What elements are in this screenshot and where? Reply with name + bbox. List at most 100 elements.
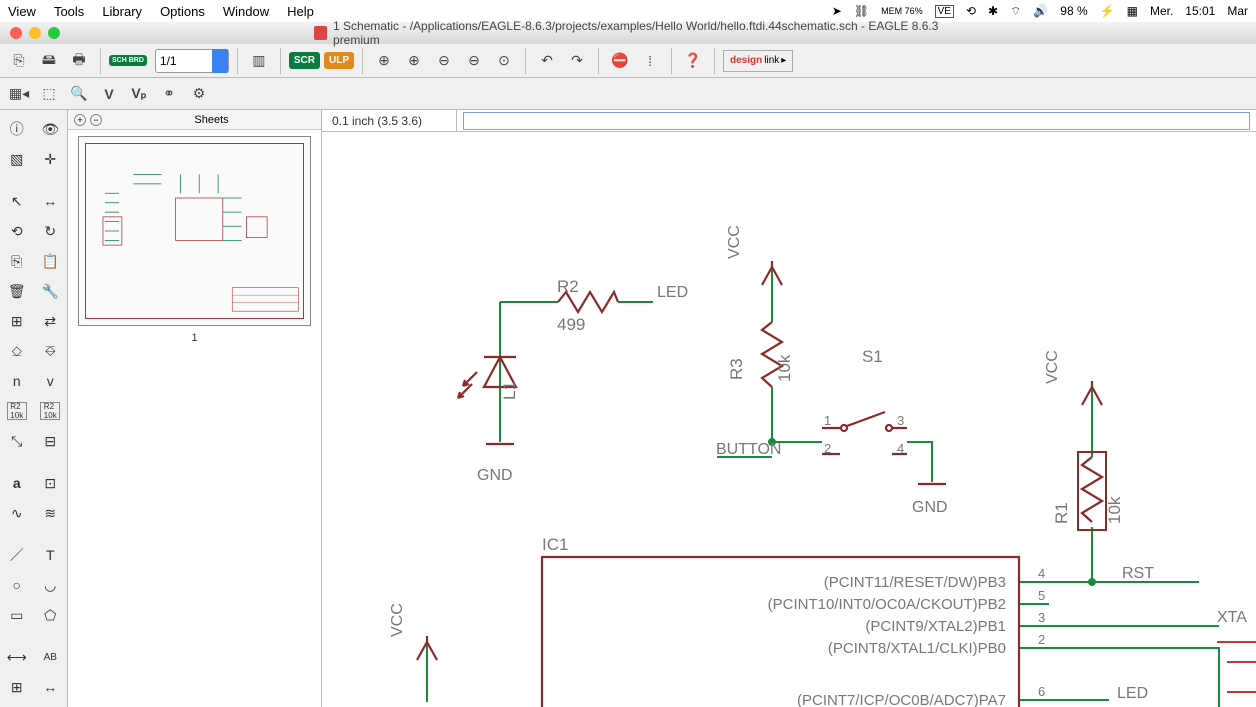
minimize-button[interactable] bbox=[29, 27, 41, 39]
r3-value: 10k bbox=[775, 354, 794, 382]
scr-button[interactable]: SCR bbox=[289, 52, 320, 69]
rect-tool[interactable]: ▭ bbox=[0, 600, 34, 630]
ic-pin3-num: 3 bbox=[1038, 610, 1045, 625]
go-button[interactable]: ⁞ bbox=[637, 48, 663, 74]
show-tool[interactable]: 👁 bbox=[34, 114, 68, 144]
zoom-window-button[interactable]: ⊙ bbox=[491, 48, 517, 74]
mirror-tool[interactable]: ⟲ bbox=[0, 216, 34, 246]
mark-tool[interactable]: ✛ bbox=[34, 144, 68, 174]
zoom-fit-button[interactable]: ⊕ bbox=[371, 48, 397, 74]
sheet-input[interactable] bbox=[156, 54, 212, 68]
info-tool[interactable]: ⓘ bbox=[0, 114, 34, 144]
bus-tool[interactable]: ∿ bbox=[0, 498, 34, 528]
window-titlebar: 1 Schematic - /Applications/EAGLE-8.6.3/… bbox=[0, 22, 1256, 44]
menu-help[interactable]: Help bbox=[287, 4, 314, 19]
menubar-icon[interactable]: ▦ bbox=[1127, 4, 1138, 18]
name-tool[interactable]: n bbox=[0, 366, 34, 396]
arc-tool[interactable]: ◡ bbox=[34, 570, 68, 600]
battery-text: 98 % bbox=[1060, 4, 1087, 18]
zoom-in-button[interactable]: ⊕ bbox=[401, 48, 427, 74]
copy-tool[interactable]: ⎘ bbox=[0, 246, 34, 276]
undo-button[interactable]: ↶ bbox=[534, 48, 560, 74]
history-icon[interactable]: ⟲ bbox=[966, 4, 976, 18]
poly-tool[interactable]: ⬠ bbox=[34, 600, 68, 630]
sheets-header: Sheets bbox=[102, 114, 321, 126]
value-tool[interactable]: v bbox=[34, 366, 68, 396]
link-button[interactable]: ⚭ bbox=[156, 81, 182, 107]
help-button[interactable]: ❓ bbox=[680, 48, 706, 74]
designlink-button[interactable]: designlink▸ bbox=[723, 50, 793, 72]
erc-tool[interactable]: a bbox=[0, 468, 34, 498]
schematic-canvas[interactable]: R2 499 LED L1 GND VCC R3 10k BUTTON S1 1… bbox=[322, 132, 1256, 707]
redo-button[interactable]: ↷ bbox=[564, 48, 590, 74]
save-button[interactable]: 🖴 bbox=[36, 48, 62, 74]
ulp-button[interactable]: ULP bbox=[324, 52, 354, 69]
main-toolbar: ⎘ 🖴 🖶 SCH BRD ▥ SCR ULP ⊕ ⊕ ⊖ ⊖ ⊙ ↶ ↷ ⛔ … bbox=[0, 44, 1256, 78]
bluetooth-icon[interactable]: ✱ bbox=[988, 4, 998, 18]
xta-net: XTA bbox=[1217, 609, 1247, 626]
ic-pin-pb2: (PCINT10/INT0/OC0A/CKOUT)PB2 bbox=[768, 596, 1006, 613]
invoke-tool[interactable]: ⊟ bbox=[34, 426, 68, 456]
paste-tool[interactable]: 📋 bbox=[34, 246, 68, 276]
wrench-tool[interactable]: 🔧 bbox=[34, 276, 68, 306]
maximize-button[interactable] bbox=[48, 27, 60, 39]
grid-button[interactable]: ▦◂ bbox=[6, 81, 32, 107]
rotate-tool[interactable]: ↻ bbox=[34, 216, 68, 246]
s1-pin1: 1 bbox=[824, 413, 831, 428]
move-tool[interactable]: ↖ bbox=[0, 186, 34, 216]
s1-pin4: 4 bbox=[897, 441, 904, 456]
remove-sheet-icon[interactable]: − bbox=[90, 114, 102, 126]
dimension-tool[interactable]: ⟷ bbox=[0, 642, 34, 672]
split-tool[interactable]: ⤡ bbox=[0, 426, 34, 456]
label-tool[interactable]: R210k bbox=[0, 396, 34, 426]
gate-tool[interactable]: ⎐ bbox=[0, 336, 34, 366]
value-button[interactable]: V bbox=[96, 81, 122, 107]
print-button[interactable]: 🖶 bbox=[66, 48, 92, 74]
move2-tool[interactable]: ↔ bbox=[34, 186, 68, 216]
vcc2-net: VCC bbox=[1044, 350, 1061, 384]
net-tool[interactable]: ≋ bbox=[34, 498, 68, 528]
sch-brd-button[interactable]: SCH BRD bbox=[109, 55, 147, 66]
dropbox-icon[interactable]: ⛓ bbox=[854, 4, 869, 18]
sheet-spinner[interactable] bbox=[212, 49, 228, 73]
delete-tool[interactable]: 🗑 bbox=[0, 276, 34, 306]
wifi-icon[interactable]: ⌔ bbox=[1010, 4, 1021, 19]
ab-tool[interactable]: AB bbox=[34, 642, 68, 672]
location-icon[interactable]: ➤ bbox=[832, 4, 842, 18]
close-button[interactable] bbox=[10, 27, 22, 39]
layer-tool[interactable]: ▧ bbox=[0, 144, 34, 174]
ve-icon[interactable]: VE bbox=[935, 5, 954, 18]
sheet-selector[interactable] bbox=[155, 49, 229, 73]
menu-library[interactable]: Library bbox=[102, 4, 142, 19]
replace-tool[interactable]: ⇄ bbox=[34, 306, 68, 336]
settings-button[interactable]: ⚙ bbox=[186, 81, 212, 107]
layers-button[interactable]: ⬚ bbox=[36, 81, 62, 107]
stop-button[interactable]: ⛔ bbox=[607, 48, 633, 74]
zoom-reset-button[interactable]: ⊖ bbox=[461, 48, 487, 74]
attr2-tool[interactable]: ↔ bbox=[34, 672, 68, 702]
open-button[interactable]: ⎘ bbox=[6, 48, 32, 74]
ic1-name: IC1 bbox=[542, 535, 568, 554]
text-tool[interactable]: T bbox=[34, 540, 68, 570]
library-button[interactable]: ▥ bbox=[246, 48, 272, 74]
eagle-icon bbox=[314, 26, 327, 40]
menu-window[interactable]: Window bbox=[223, 4, 269, 19]
zoom-out-button[interactable]: ⊖ bbox=[431, 48, 457, 74]
add-sheet-icon[interactable]: + bbox=[74, 114, 86, 126]
circle-tool[interactable]: ○ bbox=[0, 570, 34, 600]
smash-tool[interactable]: R210k bbox=[34, 396, 68, 426]
vp-button[interactable]: Vₚ bbox=[126, 81, 152, 107]
attr-tool[interactable]: ⊞ bbox=[0, 672, 34, 702]
sheet-thumbnail[interactable] bbox=[78, 136, 311, 326]
command-input[interactable] bbox=[463, 112, 1250, 130]
errors-tool[interactable]: ⊡ bbox=[34, 468, 68, 498]
menu-tools[interactable]: Tools bbox=[54, 4, 84, 19]
gate2-tool[interactable]: ⎑ bbox=[34, 336, 68, 366]
mar-text: Mar bbox=[1227, 4, 1248, 18]
menu-view[interactable]: View bbox=[8, 4, 36, 19]
zoom-tool-button[interactable]: 🔍 bbox=[66, 81, 92, 107]
wire-tool[interactable]: ／ bbox=[0, 540, 34, 570]
add-tool[interactable]: ⊞ bbox=[0, 306, 34, 336]
menu-options[interactable]: Options bbox=[160, 4, 205, 19]
volume-icon[interactable]: 🔊 bbox=[1033, 4, 1048, 18]
